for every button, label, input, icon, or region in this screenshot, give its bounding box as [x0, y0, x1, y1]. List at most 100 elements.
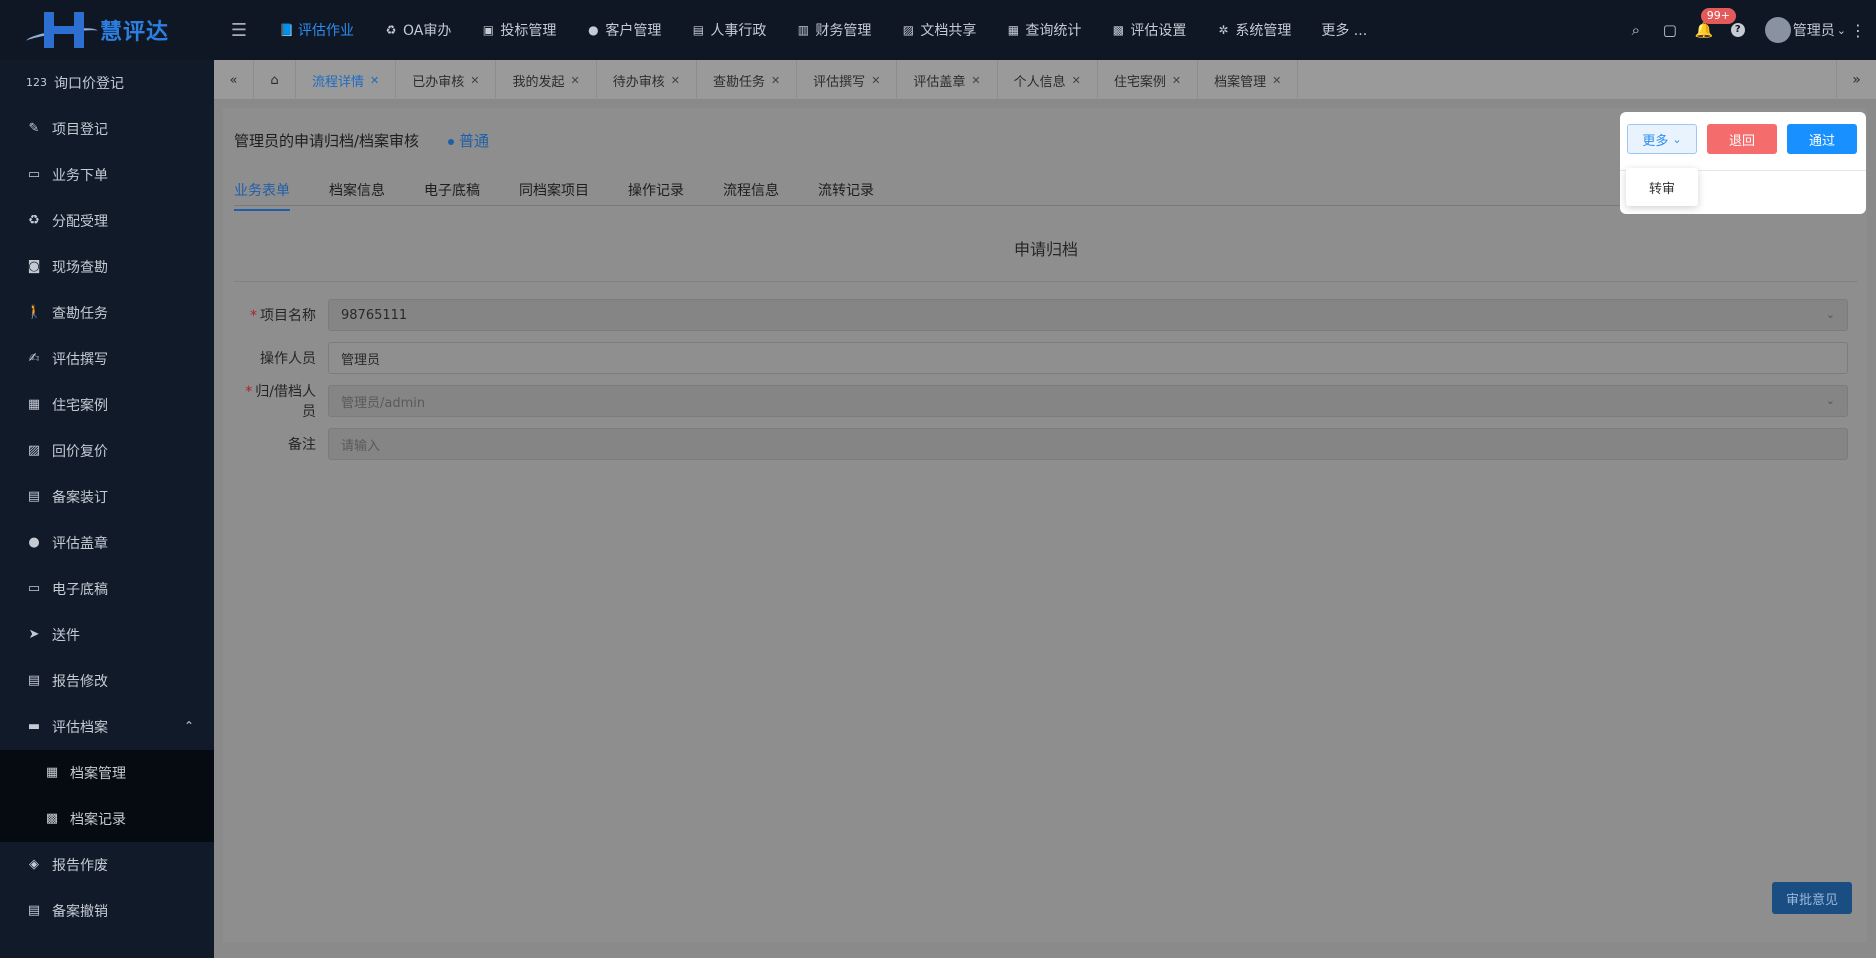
close-icon[interactable]: ✕: [1272, 74, 1281, 87]
subtab-0[interactable]: 业务表单: [234, 180, 290, 211]
sidebar-item-15[interactable]: ▦ 档案管理: [0, 750, 214, 796]
close-icon[interactable]: ✕: [470, 74, 479, 87]
sidebar-item-3[interactable]: ♻ 分配受理: [0, 198, 214, 244]
search-icon[interactable]: ⌕: [1619, 0, 1653, 60]
top-nav-item-8[interactable]: ▩ 评估设置: [1096, 0, 1201, 60]
form-label-text: 归/借档人员: [255, 384, 316, 420]
form-select[interactable]: 98765111 ⌄: [328, 299, 1848, 331]
close-icon[interactable]: ✕: [771, 74, 780, 87]
sidebar-item-14[interactable]: ▬ 评估档案 ⌃: [0, 704, 214, 750]
approve-button[interactable]: 通过: [1787, 124, 1857, 154]
menu-toggle-icon[interactable]: ☰: [214, 20, 264, 41]
tab-label: 流程详情: [312, 74, 365, 90]
subtab-4[interactable]: 操作记录: [628, 180, 684, 211]
nav-item-label: 人事行政: [710, 23, 767, 39]
tab-8[interactable]: 住宅案例 ✕: [1098, 60, 1199, 100]
chevron-down-icon[interactable]: ⌄: [1837, 24, 1846, 37]
sidebar-item-icon: ♻: [28, 213, 40, 228]
top-nav-item-3[interactable]: ● 客户管理: [571, 0, 676, 60]
tab-0[interactable]: 流程详情 ✕: [296, 60, 397, 100]
bell-icon[interactable]: 🔔 99+: [1687, 0, 1736, 60]
required-marker: *: [250, 308, 257, 324]
sidebar-item-9[interactable]: ▤ 备案装订: [0, 474, 214, 520]
sidebar-item-17[interactable]: ◈ 报告作废: [0, 842, 214, 888]
tab-3[interactable]: 待办审核 ✕: [597, 60, 697, 100]
user-name[interactable]: 管理员: [1793, 20, 1835, 40]
tabs-scroll-left-icon[interactable]: «: [214, 60, 254, 100]
top-nav-item-9[interactable]: ✲ 系统管理: [1201, 0, 1306, 60]
sidebar-item-12[interactable]: ➤ 送件: [0, 612, 214, 658]
sidebar-item-label: 备案装订: [52, 490, 108, 506]
sidebar-item-2[interactable]: ▭ 业务下单: [0, 152, 214, 198]
top-nav-item-7[interactable]: ▦ 查询统计: [991, 0, 1096, 60]
sidebar-item-4[interactable]: ◙ 现场查勘: [0, 244, 214, 290]
form-row-3: 备注 请输入: [234, 427, 1858, 461]
reject-button[interactable]: 退回: [1707, 124, 1777, 154]
top-nav-item-0[interactable]: 📘 评估作业: [264, 0, 369, 60]
sidebar-item-1[interactable]: ✎ 项目登记: [0, 106, 214, 152]
logo[interactable]: 慧评达: [0, 0, 214, 60]
tab-7[interactable]: 个人信息 ✕: [998, 60, 1098, 100]
top-nav-item-2[interactable]: ▣ 投标管理: [466, 0, 571, 60]
subtab-2[interactable]: 电子底稿: [424, 180, 480, 211]
sidebar-item-8[interactable]: ▨ 回价复价: [0, 428, 214, 474]
tab-label: 档案管理: [1214, 74, 1267, 90]
close-icon[interactable]: ✕: [370, 74, 379, 87]
top-nav-item-5[interactable]: ▥ 财务管理: [781, 0, 886, 60]
close-icon[interactable]: ✕: [570, 74, 579, 87]
help-icon[interactable]: ?: [1721, 0, 1755, 60]
subtab-3[interactable]: 同档案项目: [519, 180, 589, 211]
tabs-scroll-right-icon[interactable]: »: [1836, 60, 1876, 100]
required-marker: *: [245, 384, 253, 400]
more-button[interactable]: 更多 ⌄: [1627, 124, 1697, 154]
close-icon[interactable]: ✕: [1072, 74, 1081, 87]
tab-label: 待办审核: [612, 74, 665, 90]
sidebar-item-label: 评估盖章: [52, 536, 108, 552]
tab-6[interactable]: 评估盖章 ✕: [897, 60, 998, 100]
subtab-5[interactable]: 流程信息: [723, 180, 779, 211]
top-nav-item-6[interactable]: ▨ 文档共享: [886, 0, 991, 60]
home-icon[interactable]: ⌂: [254, 60, 296, 100]
close-icon[interactable]: ✕: [871, 74, 880, 87]
form-select[interactable]: 管理员/admin ⌄: [328, 385, 1848, 417]
logo-text: 慧评达: [100, 20, 170, 45]
avatar[interactable]: [1764, 17, 1791, 43]
sidebar-item-18[interactable]: ▤ 备案撤销: [0, 888, 214, 934]
top-nav-item-4[interactable]: ▤ 人事行政: [676, 0, 781, 60]
form-label: * 归/借档人员: [234, 381, 328, 421]
close-icon[interactable]: ✕: [971, 74, 980, 87]
sidebar-item-6[interactable]: ✍ 评估撰写: [0, 336, 214, 382]
sidebar-item-0[interactable]: 123 询口价登记: [0, 60, 214, 106]
sidebar-item-icon: ▬: [27, 719, 41, 734]
sidebar-item-icon: ◙: [27, 259, 41, 274]
tab-1[interactable]: 已办审核 ✕: [396, 60, 497, 100]
form-label-text: 操作人员: [260, 351, 316, 367]
sidebar-item-13[interactable]: ▤ 报告修改: [0, 658, 214, 704]
logo-mark-icon: [25, 8, 99, 52]
tab-2[interactable]: 我的发起 ✕: [496, 60, 597, 100]
tab-5[interactable]: 评估撰写 ✕: [797, 60, 898, 100]
top-nav-item-10[interactable]: 更多 ...: [1306, 0, 1382, 60]
dropdown-item-transfer[interactable]: 转审: [1649, 178, 1675, 197]
top-nav-item-1[interactable]: ♻ OA审办: [369, 0, 466, 60]
sidebar-item-11[interactable]: ▭ 电子底稿: [0, 566, 214, 612]
sidebar-item-10[interactable]: ● 评估盖章: [0, 520, 214, 566]
sidebar-item-icon: ✎: [28, 121, 40, 136]
approval-opinion-button[interactable]: 审批意见: [1772, 882, 1852, 914]
subtab-6[interactable]: 流转记录: [818, 180, 874, 211]
close-icon[interactable]: ✕: [671, 74, 680, 87]
subtab-1[interactable]: 档案信息: [329, 180, 385, 211]
more-vertical-icon[interactable]: ⋮: [1846, 21, 1870, 40]
form-input[interactable]: 请输入: [328, 428, 1848, 460]
sidebar-item-7[interactable]: ▦ 住宅案例: [0, 382, 214, 428]
tab-9[interactable]: 档案管理 ✕: [1198, 60, 1299, 100]
message-icon[interactable]: ▢: [1653, 0, 1687, 60]
close-icon[interactable]: ✕: [1172, 74, 1181, 87]
form-input[interactable]: 管理员: [328, 342, 1848, 374]
nav-item-icon: ✲: [1218, 23, 1229, 37]
sidebar-item-5[interactable]: 🚶 查勘任务: [0, 290, 214, 336]
sidebar-item-16[interactable]: ▩ 档案记录: [0, 796, 214, 842]
tab-4[interactable]: 查勘任务 ✕: [697, 60, 798, 100]
form-label: * 项目名称: [234, 305, 328, 325]
sidebar-item-icon: ▨: [27, 443, 41, 458]
